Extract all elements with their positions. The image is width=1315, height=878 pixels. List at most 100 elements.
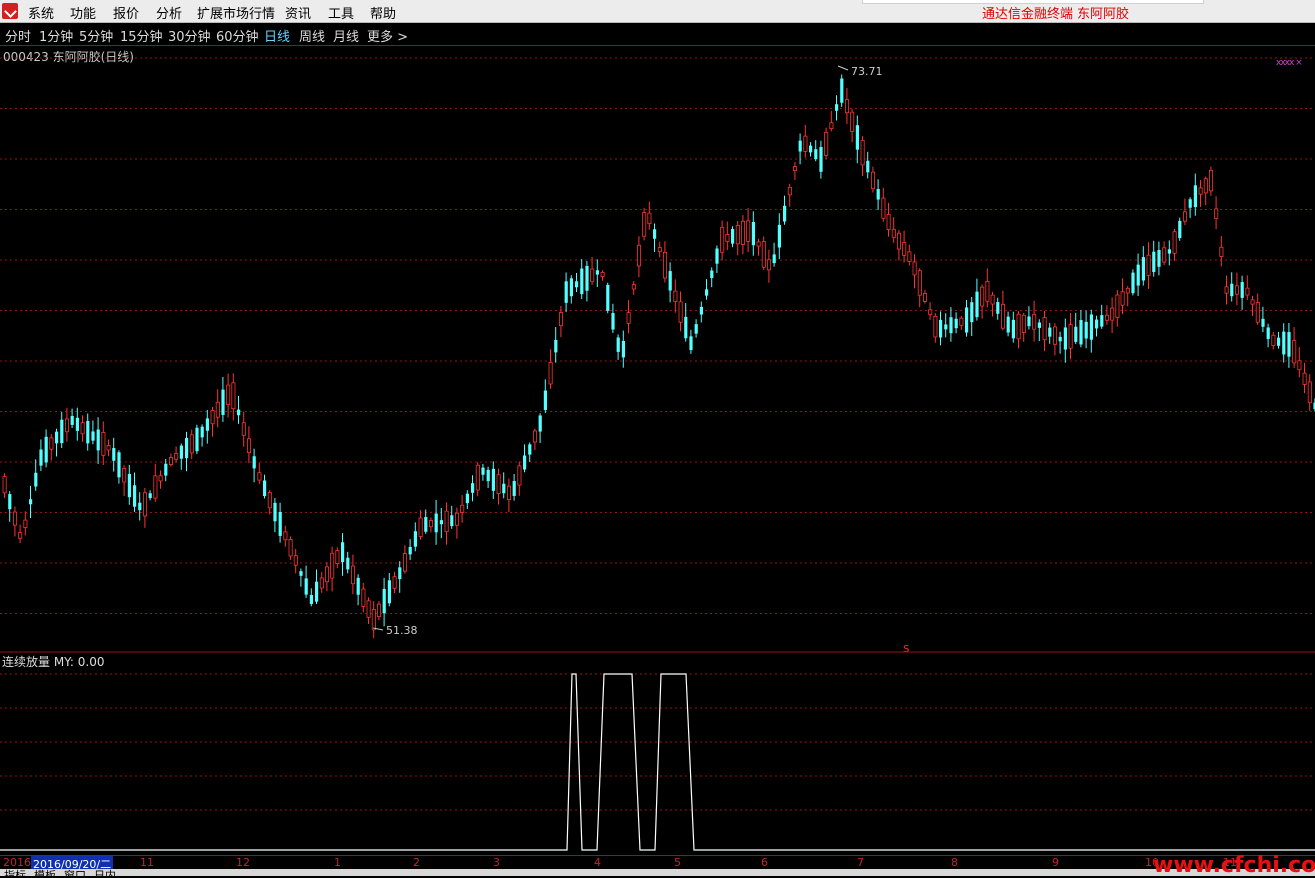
candle-body — [1302, 372, 1307, 385]
candle-body — [1131, 272, 1135, 294]
candle-body — [1219, 246, 1224, 257]
candle-body — [304, 578, 308, 595]
candle-body — [309, 595, 313, 604]
candle-body — [55, 431, 59, 444]
candle-body — [1214, 208, 1219, 220]
signal-marker: S — [903, 644, 909, 655]
tab-intraday[interactable]: 日内 — [94, 869, 116, 876]
candle-body — [398, 567, 402, 580]
candle-body — [491, 468, 495, 491]
candle-body — [538, 415, 542, 432]
candle-body — [710, 270, 714, 279]
kline-chart[interactable]: 73.71 51.38 S — [0, 0, 1315, 876]
candle-body — [564, 281, 568, 303]
date-tick: 5 — [674, 856, 681, 869]
candle-body — [1292, 340, 1297, 364]
candle-body — [1277, 337, 1281, 346]
candle-body — [315, 581, 319, 602]
candle-body — [142, 492, 147, 517]
candle-body — [330, 552, 335, 579]
candle-body — [1068, 324, 1073, 349]
candle-body — [653, 229, 657, 239]
candle-body — [65, 418, 70, 433]
candle-body — [954, 318, 958, 329]
candle-body — [528, 444, 532, 455]
candle-body — [1230, 283, 1234, 297]
candle-body — [845, 99, 850, 114]
candle-body — [418, 517, 423, 537]
candle-body — [1307, 381, 1312, 404]
candle-body — [715, 248, 719, 264]
candle-body — [127, 474, 131, 498]
candle-body — [2, 476, 7, 494]
candle-body — [642, 212, 647, 237]
candle-body — [1063, 327, 1067, 350]
bottom-tab-bar: 指标 模板 窗口 日内 — [0, 869, 1315, 876]
candle-body — [75, 417, 79, 431]
candlesticks — [2, 74, 1315, 639]
candle-body — [153, 475, 158, 499]
candle-body — [668, 271, 672, 291]
candle-body — [44, 436, 48, 463]
candle-body — [283, 531, 288, 541]
candle-body — [1001, 303, 1006, 329]
date-tick: 11 — [140, 856, 154, 869]
candle-body — [454, 512, 459, 526]
date-tick: 1 — [334, 856, 341, 869]
candle-body — [694, 324, 698, 334]
candle-body — [18, 532, 23, 539]
date-tick: 9 — [1052, 856, 1059, 869]
candle-body — [1245, 287, 1250, 296]
tab-indicator[interactable]: 指标 — [4, 869, 26, 876]
candle-body — [891, 228, 896, 238]
candle-body — [168, 457, 173, 465]
candle-body — [1016, 313, 1021, 340]
candle-body — [273, 502, 277, 522]
candle-body — [179, 445, 183, 459]
candle-body — [996, 302, 1000, 314]
candle-body — [1032, 313, 1037, 330]
candle-body — [366, 600, 371, 618]
candle-body — [210, 410, 215, 425]
candle-body — [1240, 282, 1244, 298]
candle-body — [699, 306, 703, 315]
candle-body — [39, 449, 43, 466]
candle-body — [1089, 314, 1093, 340]
candle-body — [133, 485, 137, 507]
candle-body — [814, 149, 818, 160]
candle-body — [506, 485, 511, 500]
candle-body — [106, 445, 111, 451]
candle-body — [543, 390, 547, 410]
candle-body — [886, 214, 891, 230]
candle-body — [897, 232, 902, 250]
candle-body — [1152, 251, 1156, 273]
candle-body — [387, 580, 391, 604]
candle-body — [907, 251, 912, 262]
candle-body — [959, 317, 964, 326]
candle-body — [356, 577, 360, 595]
tab-template[interactable]: 模板 — [34, 869, 56, 876]
candle-body — [621, 340, 625, 358]
candle-body — [1058, 336, 1062, 342]
candle-body — [148, 493, 152, 499]
candle-body — [1084, 321, 1088, 339]
candle-body — [392, 576, 397, 589]
candle-body — [606, 284, 610, 311]
candle-body — [575, 281, 579, 288]
candle-body — [1157, 250, 1161, 267]
tab-window[interactable]: 窗口 — [64, 869, 86, 876]
candle-body — [481, 467, 485, 475]
candle-body — [569, 278, 573, 297]
candle-body — [1183, 211, 1188, 222]
candle-body — [1209, 169, 1214, 192]
candle-body — [824, 131, 829, 156]
candle-body — [361, 588, 366, 607]
candle-body — [829, 122, 834, 130]
candle-body — [1167, 249, 1171, 254]
candle-body — [731, 229, 735, 244]
candle-body — [590, 268, 595, 283]
date-tick: 3 — [493, 856, 500, 869]
candle-body — [611, 313, 615, 330]
candle-body — [185, 437, 189, 459]
candle-body — [189, 434, 194, 454]
